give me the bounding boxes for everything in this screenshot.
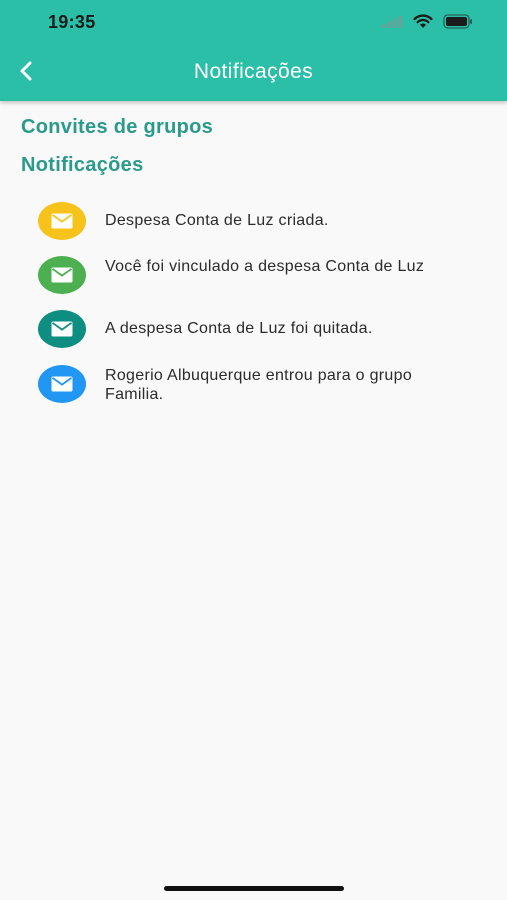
- envelope-icon: [38, 365, 86, 403]
- group-invites-title: Convites de grupos: [21, 116, 214, 138]
- page-title: Notificações: [193, 60, 314, 83]
- notification-item[interactable]: Despesa Conta de Luz criada.: [38, 202, 478, 240]
- envelope-icon: [38, 256, 86, 294]
- notification-text: Você foi vinculado a despesa Conta de Lu…: [105, 258, 425, 275]
- notifications-title: Notificações: [21, 154, 144, 176]
- status-icons: [381, 14, 473, 34]
- signal-icon: [381, 15, 403, 34]
- envelope-icon: [38, 202, 86, 240]
- notification-item[interactable]: A despesa Conta de Luz foi quitada.: [38, 310, 478, 348]
- notification-text: Rogerio Albuquerque entrou para o grupo …: [105, 367, 413, 403]
- wifi-icon: [413, 14, 433, 34]
- notification-item[interactable]: Você foi vinculado a despesa Conta de Lu…: [38, 256, 478, 294]
- envelope-icon: [38, 310, 86, 348]
- status-time: 19:35: [48, 12, 96, 32]
- notification-item[interactable]: Rogerio Albuquerque entrou para o grupo …: [38, 365, 478, 404]
- notification-text: Despesa Conta de Luz criada.: [105, 212, 329, 229]
- battery-icon: [443, 14, 473, 34]
- app-bar: 19:35 Notificações: [0, 0, 507, 101]
- home-indicator[interactable]: [164, 886, 344, 891]
- notification-text: A despesa Conta de Luz foi quitada.: [105, 320, 373, 337]
